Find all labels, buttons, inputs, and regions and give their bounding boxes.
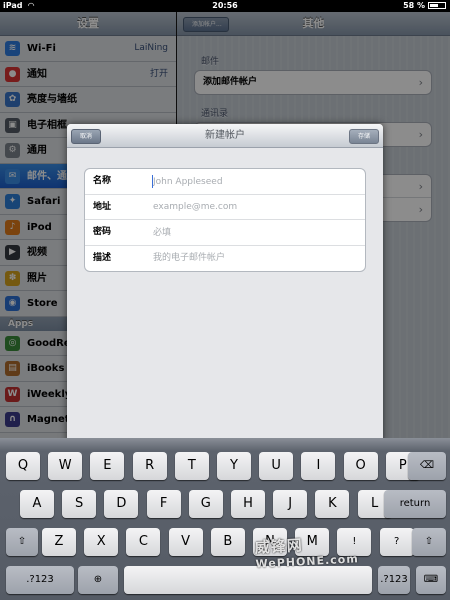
key-q[interactable]: Q xyxy=(6,452,40,480)
key-y[interactable]: Y xyxy=(217,452,251,480)
dialog-toolbar: 取消 新建帐户 存储 xyxy=(67,124,383,148)
new-account-dialog: 取消 新建帐户 存储 名称 地址 密码 描述 xyxy=(67,124,383,444)
key-s[interactable]: S xyxy=(62,490,97,518)
hide-keyboard-key[interactable]: ⌨ xyxy=(416,566,446,594)
key-t[interactable]: T xyxy=(174,452,209,480)
key-x[interactable]: X xyxy=(84,528,119,556)
name-label: 名称 xyxy=(93,176,112,186)
key-r[interactable]: R xyxy=(132,452,167,480)
account-form: 名称 地址 密码 描述 xyxy=(84,168,366,272)
key-question[interactable]: ? xyxy=(379,528,414,556)
status-bar: iPad ◠ 20:56 58 % xyxy=(0,0,450,12)
clock: 20:56 xyxy=(212,1,238,10)
description-label: 描述 xyxy=(93,252,112,263)
key-o[interactable]: O xyxy=(343,452,378,480)
watermark: 威锋网 WePHONE.com xyxy=(254,536,360,571)
key-c[interactable]: C xyxy=(126,528,161,556)
shift-key-right[interactable]: ⇧ xyxy=(412,528,446,556)
key-k[interactable]: K xyxy=(315,490,350,518)
key-j[interactable]: J xyxy=(273,490,308,518)
email-field[interactable] xyxy=(153,200,353,214)
password-field[interactable] xyxy=(153,226,353,239)
numbers-key-right[interactable]: .?123 xyxy=(378,566,410,594)
description-field[interactable] xyxy=(153,251,353,265)
key-w[interactable]: W xyxy=(48,452,83,480)
address-label: 地址 xyxy=(93,201,112,212)
key-d[interactable]: D xyxy=(104,490,139,518)
key-f[interactable]: F xyxy=(146,490,181,518)
save-button[interactable]: 存储 xyxy=(349,129,379,144)
battery-icon xyxy=(428,2,446,9)
shift-key-left[interactable]: ⇧ xyxy=(6,528,38,556)
key-u[interactable]: U xyxy=(259,452,294,480)
numbers-key-left[interactable]: .?123 xyxy=(6,566,74,594)
key-a[interactable]: A xyxy=(20,490,54,518)
onscreen-keyboard: Q W E R T Y U I O P ⌫ A S D F G H J K Lreturn ⇧ Z X C V B N M!? ⇧ .?1… xyxy=(0,438,450,600)
name-row[interactable]: 名称 xyxy=(85,169,365,195)
return-key[interactable]: return xyxy=(384,490,446,518)
globe-key[interactable]: ⊕ xyxy=(78,566,118,594)
password-label: 密码 xyxy=(93,227,112,237)
key-h[interactable]: H xyxy=(231,490,265,518)
name-field[interactable] xyxy=(153,175,353,188)
space-bar[interactable] xyxy=(124,566,372,594)
key-b[interactable]: B xyxy=(210,528,245,556)
description-row[interactable]: 描述 xyxy=(85,246,365,272)
key-g[interactable]: G xyxy=(188,490,223,518)
dialog-title: 新建帐户 xyxy=(205,130,245,141)
battery-status: 58 % xyxy=(403,1,446,10)
password-row[interactable]: 密码 xyxy=(85,220,365,246)
key-e[interactable]: E xyxy=(90,452,125,480)
key-z[interactable]: Z xyxy=(42,528,76,556)
backspace-key[interactable]: ⌫ xyxy=(408,452,446,480)
key-i[interactable]: I xyxy=(301,452,336,480)
address-row[interactable]: 地址 xyxy=(85,195,365,220)
battery-percent: 58 % xyxy=(403,1,425,10)
key-v[interactable]: V xyxy=(168,528,203,556)
